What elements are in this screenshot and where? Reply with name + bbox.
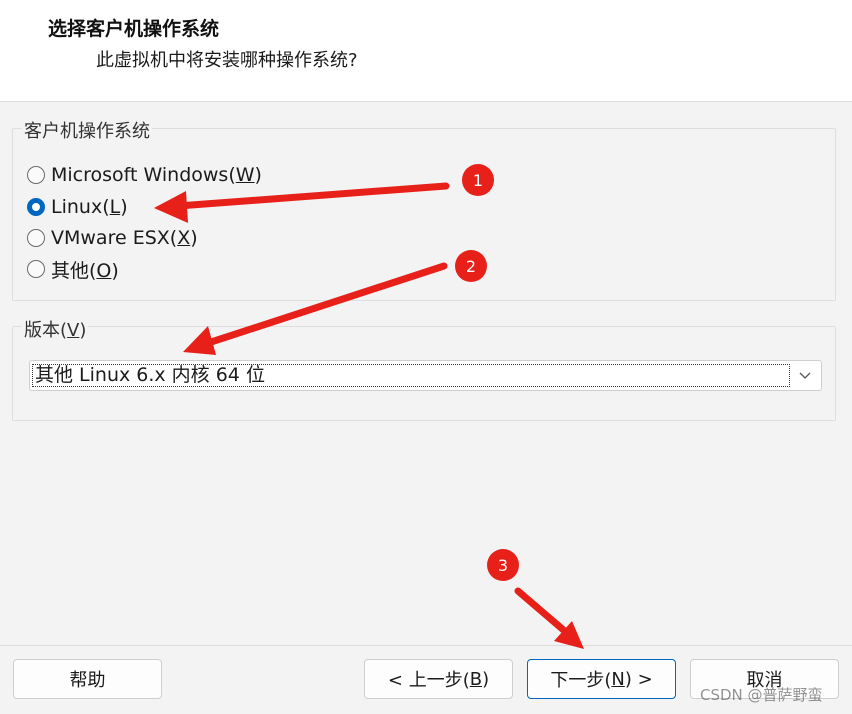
radio-option-other[interactable]: 其他(O) xyxy=(27,257,119,282)
chevron-down-icon[interactable] xyxy=(797,366,813,384)
radio-button-vmware-esx[interactable] xyxy=(27,229,45,247)
radio-label-windows: Microsoft Windows(W) xyxy=(51,164,262,186)
help-button[interactable]: 帮助 xyxy=(13,659,162,699)
radio-button-linux[interactable] xyxy=(27,198,45,216)
radio-button-windows[interactable] xyxy=(27,166,45,184)
back-button[interactable]: < 上一步(B) xyxy=(364,659,513,699)
next-button[interactable]: 下一步(N) > xyxy=(527,659,676,699)
radio-label-linux: Linux(L) xyxy=(51,196,128,218)
annotation-badge-3: 3 xyxy=(487,549,519,581)
header-title: 选择客户机操作系统 xyxy=(48,18,220,40)
radio-option-windows[interactable]: Microsoft Windows(W) xyxy=(27,163,262,187)
guest-os-group-label: 客户机操作系统 xyxy=(22,117,152,143)
svg-text:3: 3 xyxy=(498,556,508,575)
header-subtitle: 此虚拟机中将安装哪种操作系统? xyxy=(96,50,358,71)
radio-button-other[interactable] xyxy=(27,260,45,278)
watermark: CSDN @普萨野蛮 xyxy=(700,686,823,704)
radio-option-vmware-esx[interactable]: VMware ESX(X) xyxy=(27,226,198,250)
annotation-arrow-3 xyxy=(514,587,584,649)
version-dropdown-value: 其他 Linux 6.x 内核 64 位 xyxy=(32,364,790,387)
version-dropdown[interactable]: 其他 Linux 6.x 内核 64 位 xyxy=(29,360,822,391)
guest-os-group xyxy=(12,128,836,301)
radio-option-linux[interactable]: Linux(L) xyxy=(27,195,128,219)
version-group-label: 版本(V) xyxy=(22,316,89,342)
dialog-header: 选择客户机操作系统 此虚拟机中将安装哪种操作系统? xyxy=(0,0,852,102)
radio-label-other: 其他(O) xyxy=(51,259,119,282)
radio-label-vmware-esx: VMware ESX(X) xyxy=(51,227,198,249)
